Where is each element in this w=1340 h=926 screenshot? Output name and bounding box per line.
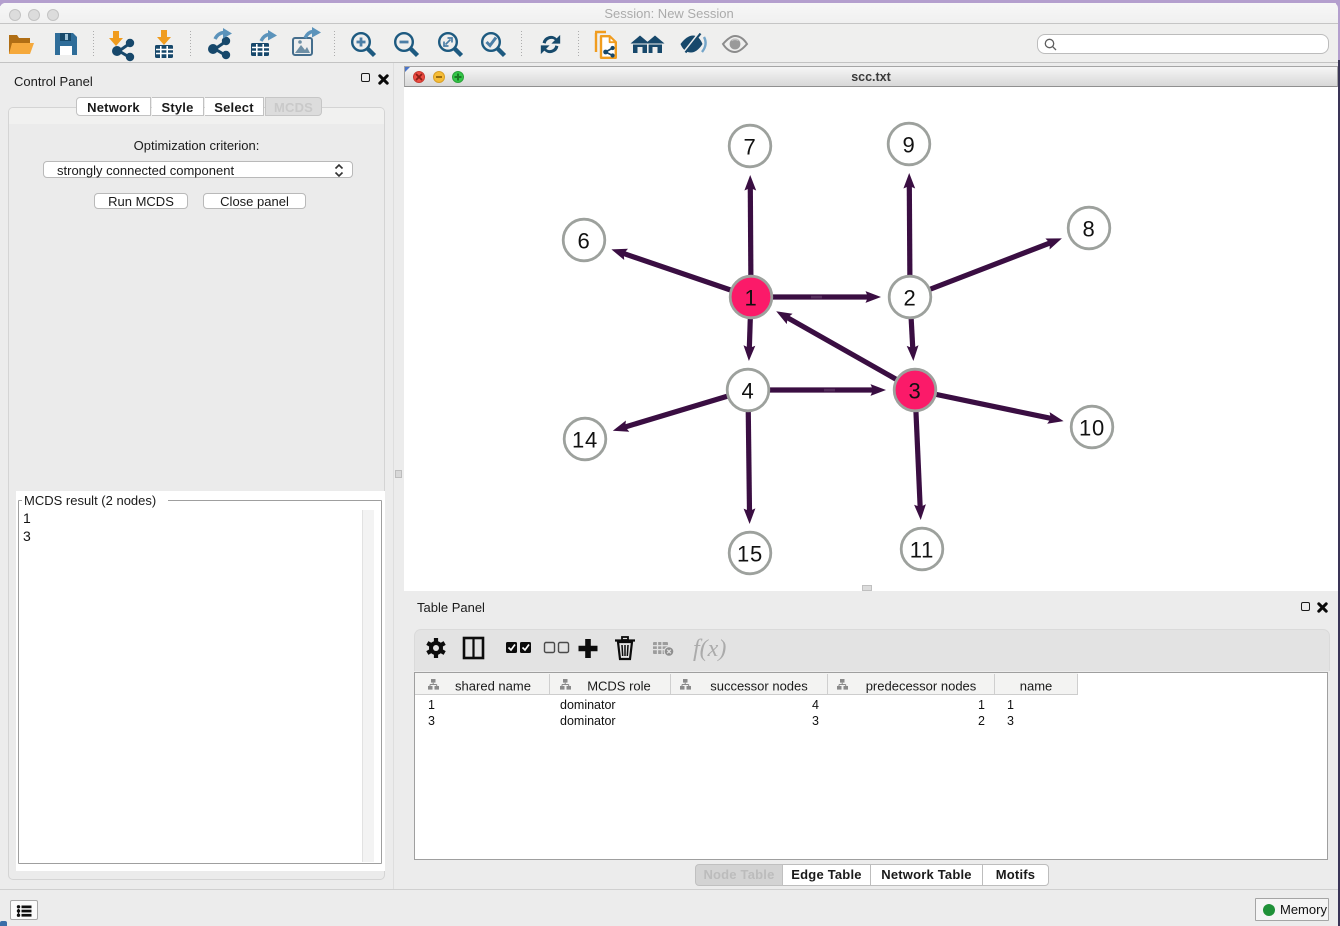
- svg-text:name: name: [1020, 679, 1053, 694]
- svg-text:3: 3: [428, 714, 435, 728]
- svg-text:1: 1: [1007, 698, 1014, 712]
- svg-text:14: 14: [572, 428, 598, 453]
- svg-text:successor nodes: successor nodes: [710, 679, 808, 694]
- svg-text:11: 11: [910, 538, 934, 563]
- svg-text:1: 1: [428, 698, 435, 712]
- svg-text:dominator: dominator: [560, 714, 616, 728]
- svg-text:2: 2: [903, 286, 916, 311]
- svg-text:8: 8: [1082, 217, 1095, 242]
- svg-text:9: 9: [902, 133, 915, 158]
- svg-text:4: 4: [741, 379, 754, 404]
- svg-text:7: 7: [743, 135, 756, 160]
- svg-text:predecessor nodes: predecessor nodes: [866, 679, 977, 694]
- svg-text:6: 6: [577, 229, 590, 254]
- svg-text:3: 3: [812, 714, 819, 728]
- svg-text:MCDS role: MCDS role: [587, 679, 651, 694]
- svg-text:dominator: dominator: [560, 698, 616, 712]
- svg-text:1: 1: [744, 286, 757, 311]
- svg-text:2: 2: [978, 714, 985, 728]
- svg-text:3: 3: [908, 379, 921, 404]
- svg-text:4: 4: [812, 698, 819, 712]
- svg-text:shared name: shared name: [455, 679, 531, 694]
- svg-text:3: 3: [1007, 714, 1014, 728]
- svg-text:f(x): f(x): [693, 636, 726, 662]
- svg-text:15: 15: [737, 542, 763, 567]
- svg-text:1: 1: [978, 698, 985, 712]
- svg-text:10: 10: [1079, 416, 1105, 441]
